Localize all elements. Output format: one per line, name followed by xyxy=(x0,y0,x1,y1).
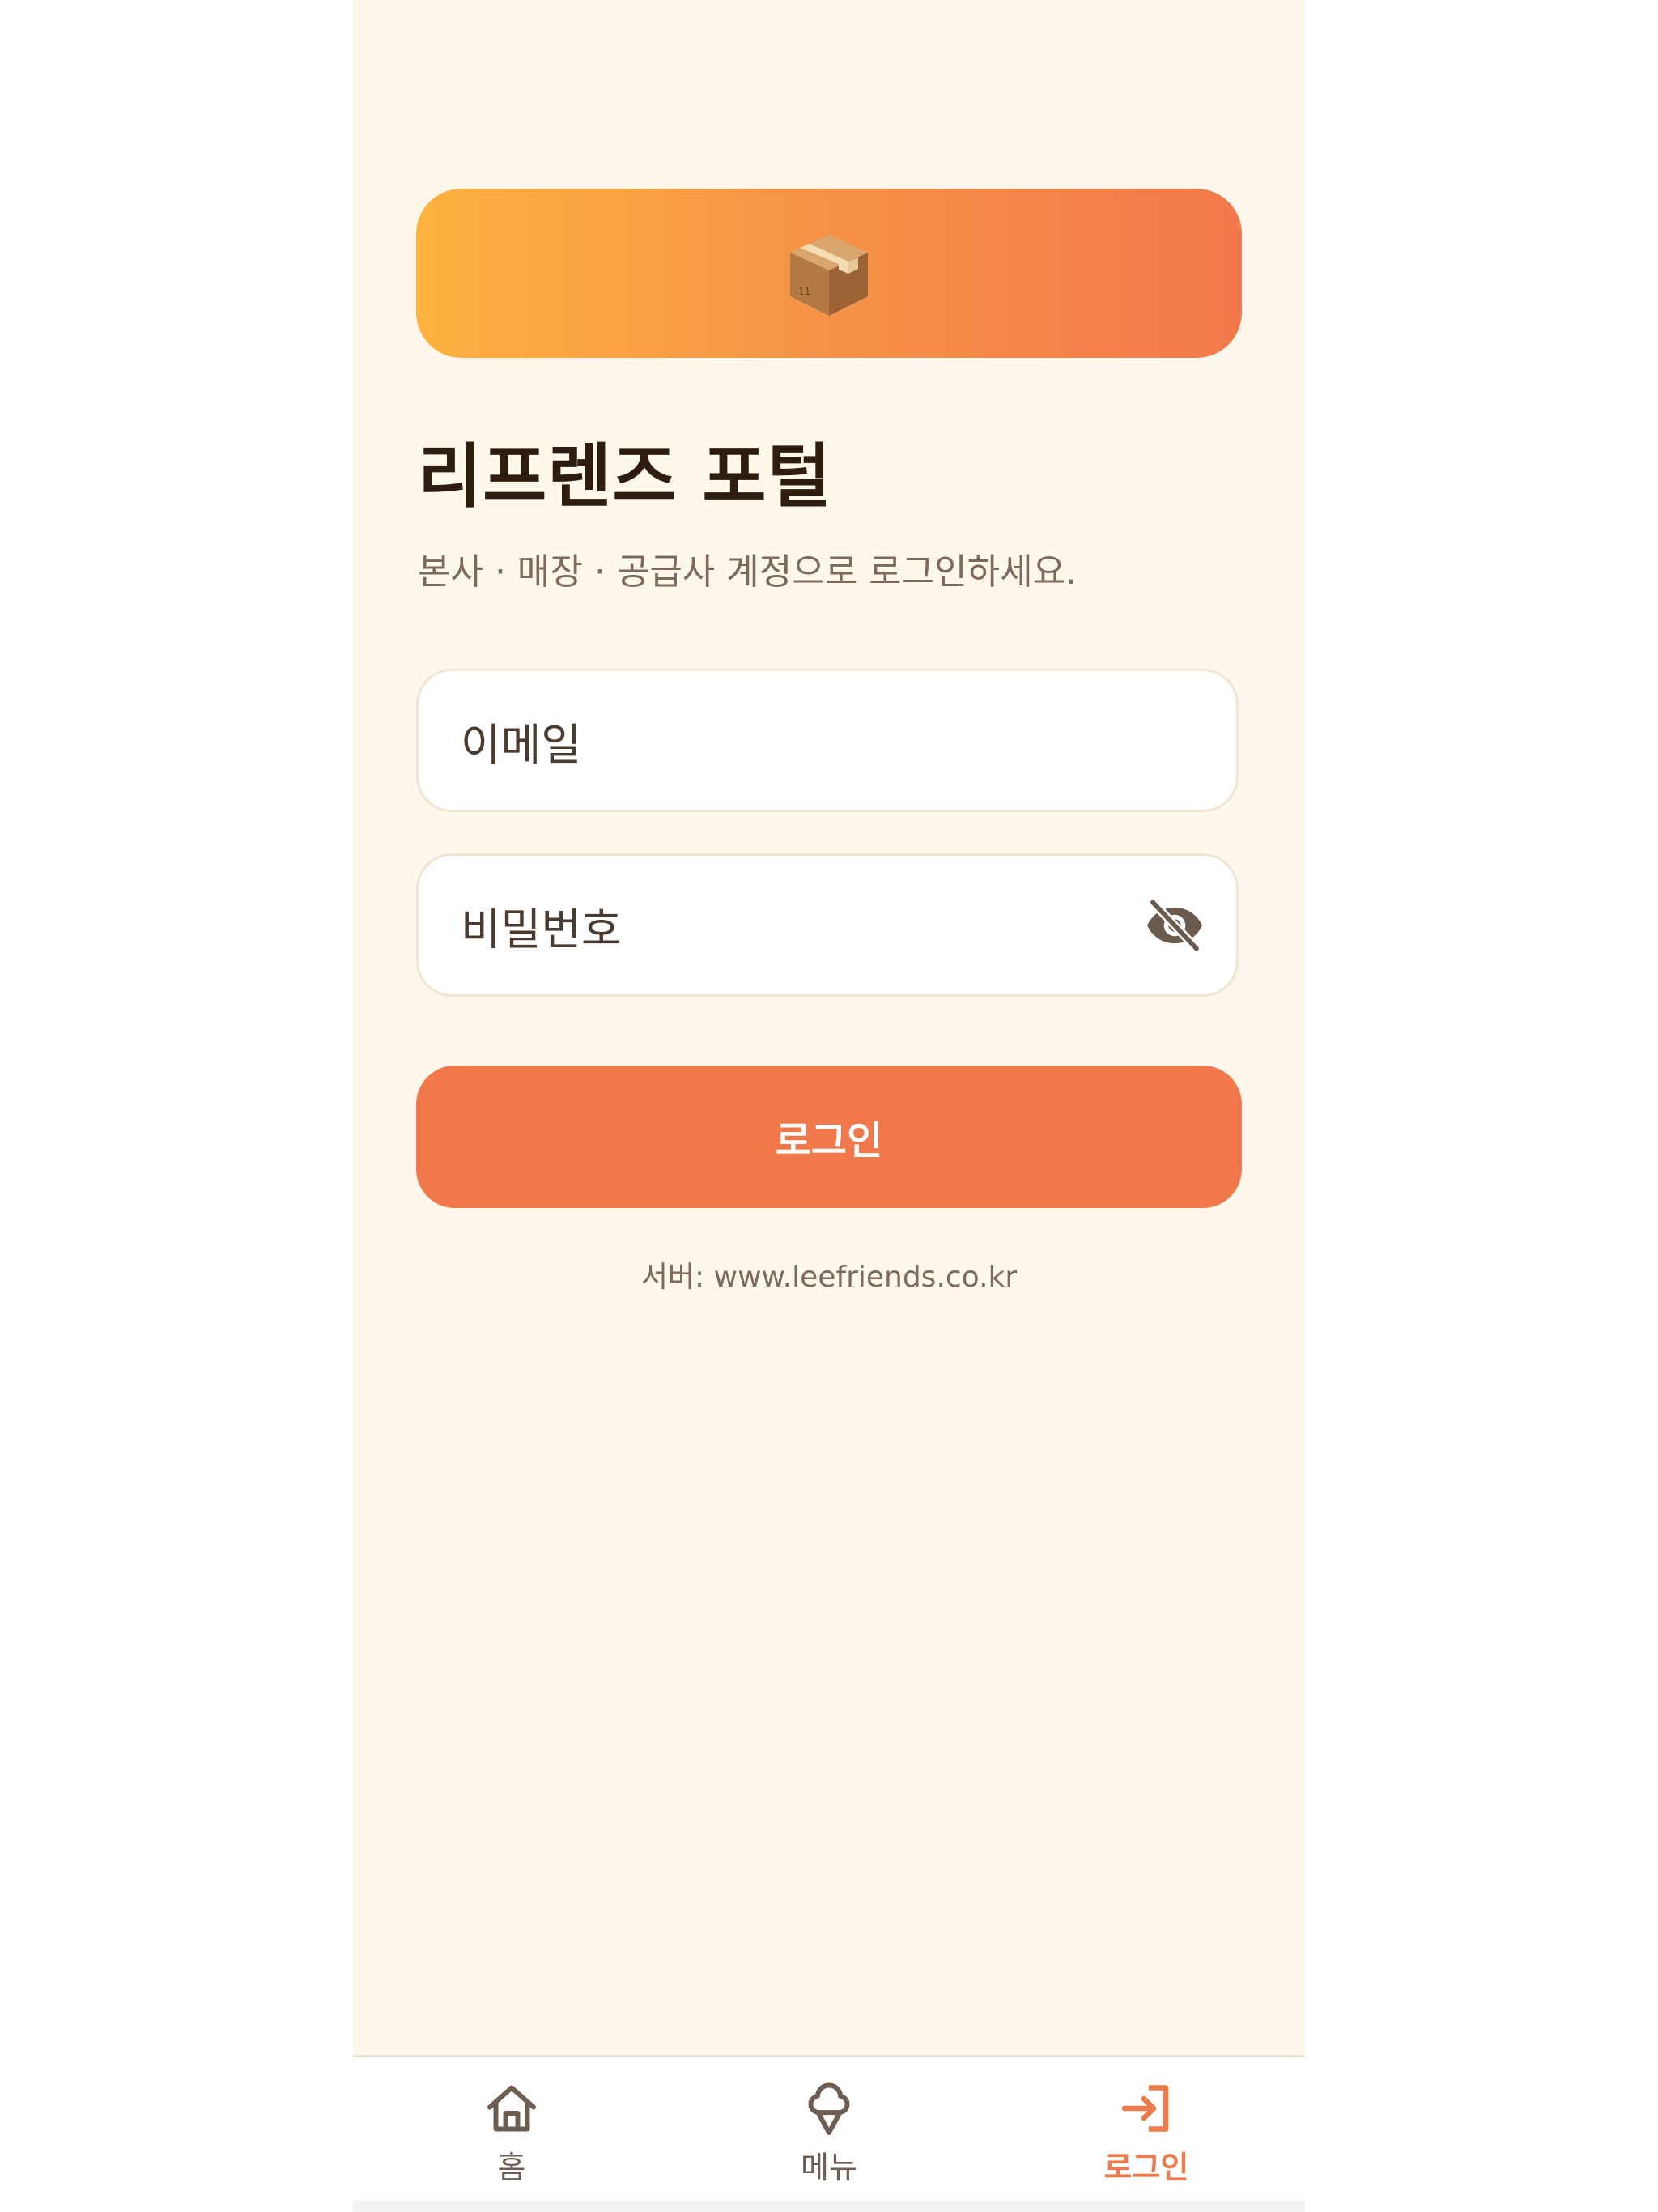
nav-label-login: 로그인 xyxy=(1103,2150,1189,2185)
nav-label-menu: 메뉴 xyxy=(801,2150,857,2185)
system-bar xyxy=(353,2201,1305,2212)
login-button-label: 로그인 xyxy=(775,1118,883,1163)
page-subtitle: 본사 · 매장 · 공급사 계정으로 로그인하세요. xyxy=(418,551,1078,593)
package-box-icon: 11 xyxy=(790,234,868,316)
email-placeholder: 이메일 xyxy=(461,719,582,770)
nav-label-home: 홈 xyxy=(497,2150,526,2185)
eye-off-icon[interactable] xyxy=(1144,895,1205,956)
ice-cream-icon xyxy=(808,2082,850,2135)
page-title: 리프렌즈 포털 xyxy=(418,436,832,517)
password-placeholder: 비밀번호 xyxy=(461,904,622,955)
login-button[interactable]: 로그인 xyxy=(416,1066,1242,1208)
home-icon xyxy=(487,2085,536,2132)
login-icon xyxy=(1121,2085,1169,2132)
login-screen: 11 리프렌즈 포털 본사 · 매장 · 공급사 계정으로 로그인하세요. 이메… xyxy=(353,0,1305,2212)
svg-text:11: 11 xyxy=(798,286,810,297)
password-field[interactable]: 비밀번호 xyxy=(416,853,1239,997)
email-field[interactable]: 이메일 xyxy=(416,669,1239,812)
nav-item-login[interactable]: 로그인 xyxy=(988,2057,1305,2203)
hero-banner: 11 xyxy=(416,189,1242,358)
nav-item-menu[interactable]: 메뉴 xyxy=(670,2057,988,2203)
bottom-navigation: 홈 메뉴 로그인 xyxy=(353,2055,1305,2201)
server-info: 서버: www.leefriends.co.kr xyxy=(640,1261,1018,1294)
nav-item-home[interactable]: 홈 xyxy=(353,2057,670,2203)
